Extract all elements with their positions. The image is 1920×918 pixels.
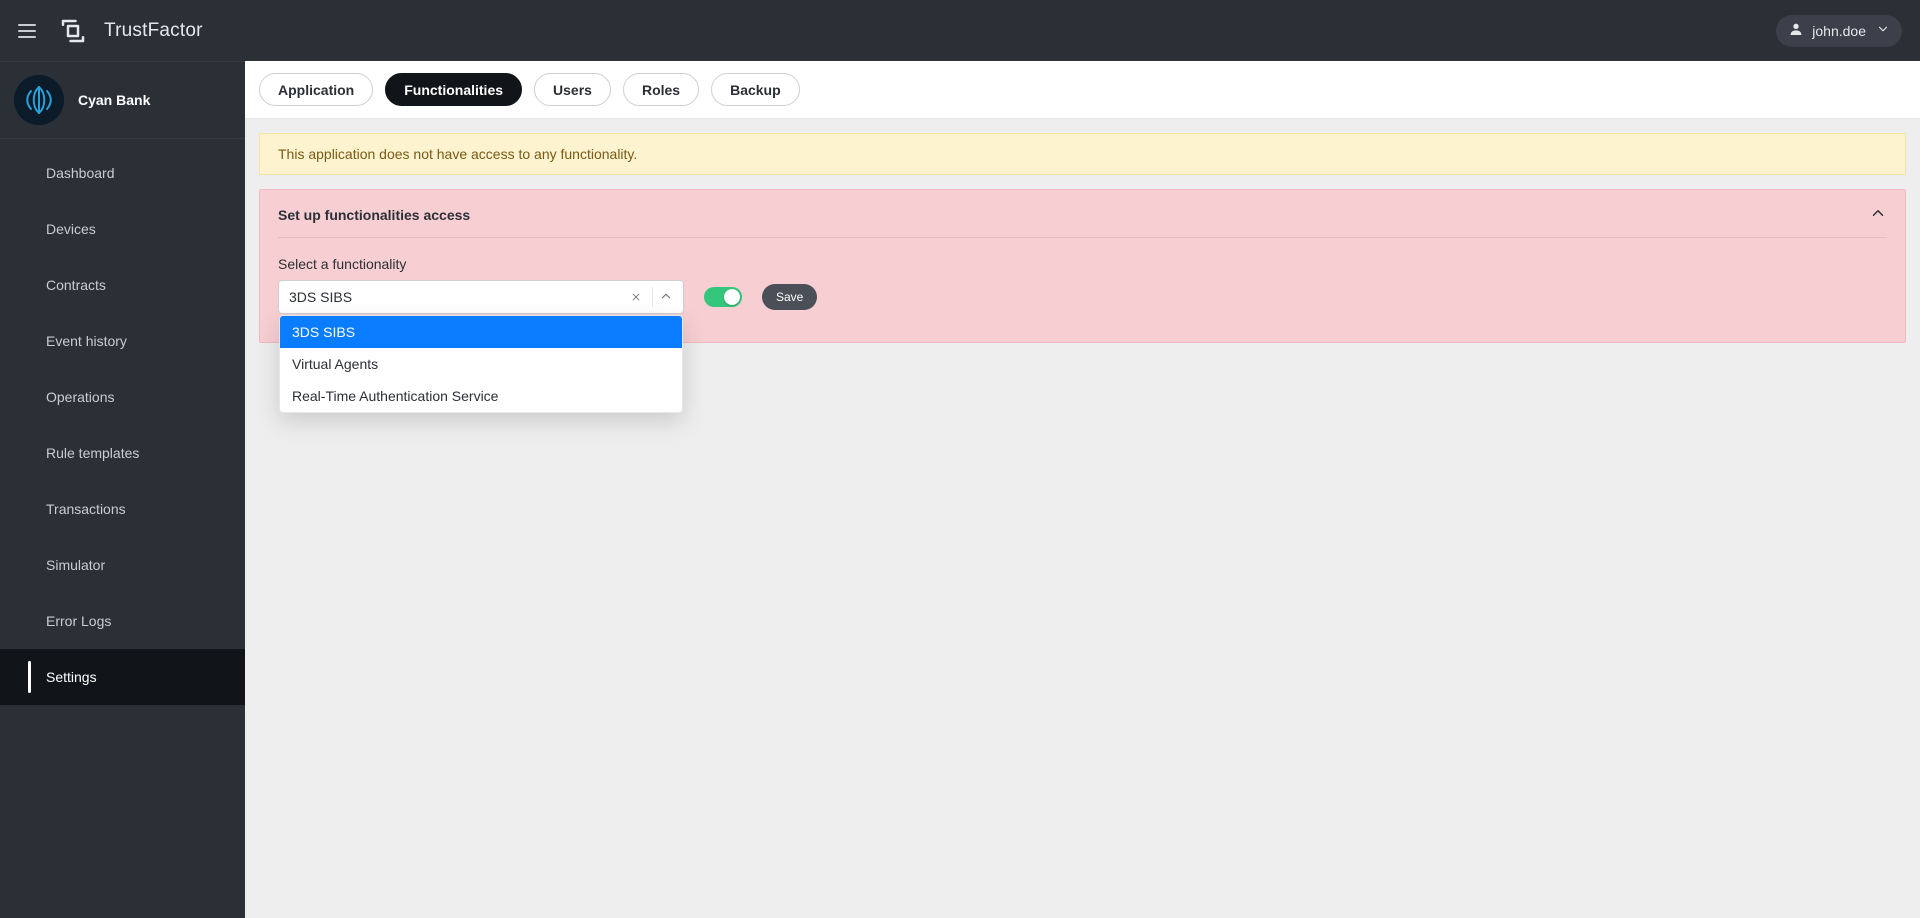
tenant-name: Cyan Bank (78, 92, 150, 108)
functionalities-panel: Set up functionalities access Select a f… (259, 189, 1906, 343)
menu-toggle-icon[interactable] (18, 19, 42, 43)
collapse-toggle[interactable] (1869, 204, 1887, 225)
sidebar-item-label: Dashboard (46, 165, 115, 181)
tab-backup[interactable]: Backup (711, 73, 800, 106)
clear-icon[interactable] (626, 287, 646, 307)
enable-toggle[interactable] (704, 287, 742, 307)
tab-label: Functionalities (404, 82, 503, 98)
sidebar-item-label: Rule templates (46, 445, 139, 461)
sidebar-item-settings[interactable]: Settings (0, 649, 245, 705)
functionality-selected-value: 3DS SIBS (289, 289, 626, 305)
brand-name: TrustFactor (104, 20, 203, 42)
chevron-up-icon (1869, 204, 1887, 222)
tabs-bar: Application Functionalities Users Roles … (245, 61, 1920, 119)
tab-roles[interactable]: Roles (623, 73, 699, 106)
sidebar: Cyan Bank Dashboard Devices Contracts Ev… (0, 61, 245, 918)
brand-logo-icon (58, 16, 88, 46)
save-button[interactable]: Save (762, 284, 817, 310)
sidebar-item-simulator[interactable]: Simulator (0, 537, 245, 593)
content: Application Functionalities Users Roles … (245, 61, 1920, 918)
sidebar-item-event-history[interactable]: Event history (0, 313, 245, 369)
sidebar-nav: Dashboard Devices Contracts Event histor… (0, 139, 245, 705)
warning-text: This application does not have access to… (278, 146, 637, 162)
dropdown-option[interactable]: Real-Time Authentication Service (280, 380, 682, 412)
dropdown-option[interactable]: 3DS SIBS (280, 316, 682, 348)
sidebar-item-operations[interactable]: Operations (0, 369, 245, 425)
tenant-header[interactable]: Cyan Bank (0, 61, 245, 139)
tenant-logo-icon (14, 75, 64, 125)
dropdown-option-label: Virtual Agents (292, 356, 378, 372)
sidebar-item-label: Simulator (46, 557, 105, 573)
sidebar-item-label: Transactions (46, 501, 126, 517)
sidebar-item-label: Operations (46, 389, 114, 405)
user-name: john.doe (1812, 23, 1866, 39)
dropdown-option-label: Real-Time Authentication Service (292, 388, 498, 404)
dropdown-option-label: 3DS SIBS (292, 324, 355, 340)
topbar: TrustFactor john.doe (0, 0, 1920, 61)
sidebar-item-label: Contracts (46, 277, 106, 293)
sidebar-item-label: Event history (46, 333, 127, 349)
user-menu[interactable]: john.doe (1776, 15, 1902, 47)
tab-application[interactable]: Application (259, 73, 373, 106)
tab-users[interactable]: Users (534, 73, 611, 106)
sidebar-item-devices[interactable]: Devices (0, 201, 245, 257)
warning-banner: This application does not have access to… (259, 133, 1906, 175)
save-button-label: Save (776, 290, 803, 304)
functionality-dropdown: 3DS SIBS Virtual Agents Real-Time Authen… (279, 315, 683, 413)
tab-functionalities[interactable]: Functionalities (385, 73, 522, 106)
sidebar-item-label: Devices (46, 221, 96, 237)
user-icon (1788, 21, 1804, 40)
sidebar-item-label: Settings (46, 669, 97, 685)
panel-title: Set up functionalities access (278, 207, 470, 223)
tab-label: Roles (642, 82, 680, 98)
functionality-select[interactable]: 3DS SIBS 3DS SIBS (278, 280, 684, 314)
functionality-field-label: Select a functionality (278, 256, 684, 272)
functionality-field: Select a functionality 3DS SIBS (278, 256, 684, 314)
chevron-down-icon (1876, 22, 1890, 39)
sidebar-item-transactions[interactable]: Transactions (0, 481, 245, 537)
select-divider (652, 287, 653, 306)
tab-label: Users (553, 82, 592, 98)
sidebar-item-rule-templates[interactable]: Rule templates (0, 425, 245, 481)
chevron-up-icon[interactable] (659, 289, 673, 306)
sidebar-item-contracts[interactable]: Contracts (0, 257, 245, 313)
tab-label: Application (278, 82, 354, 98)
tab-label: Backup (730, 82, 781, 98)
dropdown-option[interactable]: Virtual Agents (280, 348, 682, 380)
sidebar-item-error-logs[interactable]: Error Logs (0, 593, 245, 649)
sidebar-item-label: Error Logs (46, 613, 111, 629)
sidebar-item-dashboard[interactable]: Dashboard (0, 145, 245, 201)
